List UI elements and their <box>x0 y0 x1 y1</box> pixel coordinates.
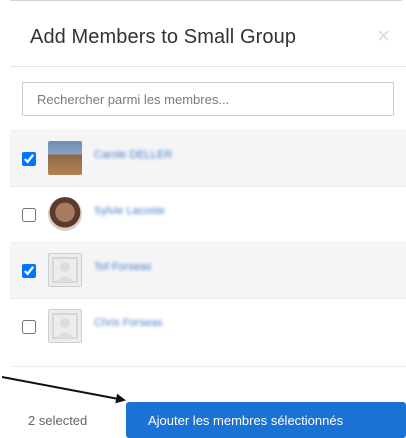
close-icon[interactable]: × <box>377 25 390 47</box>
member-checkbox[interactable] <box>22 264 36 278</box>
add-selected-members-button[interactable]: Ajouter les membres sélectionnés <box>126 402 406 438</box>
user-placeholder-icon <box>48 253 82 287</box>
member-checkbox[interactable] <box>22 320 36 334</box>
user-placeholder-icon <box>48 309 82 343</box>
avatar <box>48 197 82 231</box>
list-item[interactable]: Tof Forseas <box>10 242 406 299</box>
member-name[interactable]: Tof Forseas <box>94 261 151 273</box>
modal-footer: 2 selected Ajouter les membres sélection… <box>10 366 406 438</box>
member-name[interactable]: Chris Forseas <box>94 317 162 329</box>
member-checkbox[interactable] <box>22 152 36 166</box>
modal-header: Add Members to Small Group × <box>10 10 406 67</box>
modal-title: Add Members to Small Group <box>30 26 297 48</box>
selected-count: 2 selected <box>28 413 88 428</box>
list-item[interactable]: Sylvie Lacoste <box>10 186 406 243</box>
add-members-modal: Add Members to Small Group × Carole DELL… <box>10 10 406 438</box>
list-item[interactable]: Chris Forseas <box>10 298 406 355</box>
member-search-input[interactable] <box>22 82 394 116</box>
member-name[interactable]: Carole DELLER <box>94 149 172 161</box>
member-checkbox[interactable] <box>22 208 36 222</box>
window-top-edge <box>0 0 406 10</box>
avatar <box>48 141 82 175</box>
list-item[interactable]: Carole DELLER <box>10 130 406 187</box>
member-name[interactable]: Sylvie Lacoste <box>94 205 165 217</box>
member-list: Carole DELLER Sylvie Lacoste Tof Forseas… <box>10 130 406 350</box>
